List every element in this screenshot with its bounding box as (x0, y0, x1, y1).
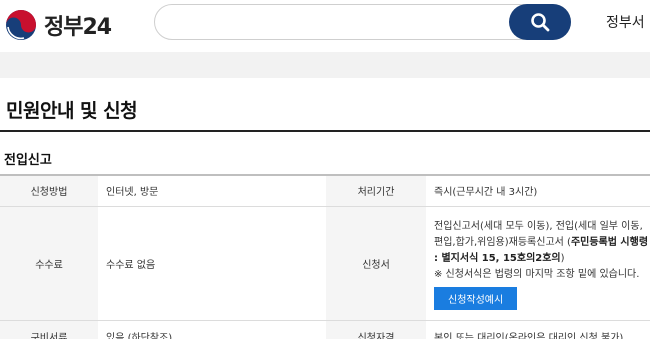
eligibility-value: 본인 또는 대리인(온라인은 대리인 신청 불가) (426, 319, 650, 339)
search-icon (531, 13, 550, 32)
form-cell: 전입신고서(세대 모두 이동), 전입(세대 일부 이동, 편입,합가,위임용)… (426, 205, 650, 320)
form-text-line1: 전입신고서(세대 모두 이동), 전입(세대 일부 이동, (434, 220, 643, 232)
table-row: 신청방법 인터넷, 방문 처리기간 즉시(근무시간 내 3시간) (0, 174, 650, 206)
docs-label: 구비서류 (0, 319, 98, 339)
form-label: 신청서 (326, 205, 426, 320)
fee-label: 수수료 (0, 205, 98, 320)
service-info-table: 신청방법 인터넷, 방문 처리기간 즉시(근무시간 내 3시간) 수수료 수수료… (0, 174, 650, 339)
form-text-line3: ) (560, 252, 565, 264)
title-divider (0, 130, 650, 132)
method-value: 인터넷, 방문 (98, 174, 326, 206)
table-row: 수수료 수수료 없음 신청서 전입신고서(세대 모두 이동), 전입(세대 일부… (0, 205, 650, 320)
docs-value[interactable]: 있음 (하단참조) (98, 319, 326, 339)
method-label: 신청방법 (0, 174, 98, 206)
nav-item-government[interactable]: 정부서 (606, 12, 645, 32)
page-title: 민원안내 및 신청 (6, 100, 138, 122)
form-text-line2: 편입,합가,위임용)재등록신고서 ( (434, 236, 571, 248)
period-value: 즉시(근무시간 내 3시간) (426, 174, 650, 206)
section-title: 전입신고 (4, 153, 52, 168)
search-box (154, 4, 571, 40)
site-logo[interactable]: 정부24 (4, 8, 112, 42)
fee-value: 수수료 없음 (98, 205, 326, 320)
search-button[interactable] (509, 4, 571, 40)
eligibility-label: 신청자격 (326, 319, 426, 339)
header-divider-band (0, 52, 650, 78)
search-input[interactable] (169, 12, 499, 32)
form-example-button[interactable]: 신청작성예시 (434, 286, 518, 310)
site-header: 정부24 정부서 (0, 0, 650, 52)
logo-text: 정부24 (44, 15, 112, 40)
taegeuk-logo-icon (6, 10, 36, 40)
period-label: 처리기간 (326, 174, 426, 206)
table-row: 구비서류 있음 (하단참조) 신청자격 본인 또는 대리인(온라인은 대리인 신… (0, 319, 650, 339)
form-note: ※ 신청서식은 법령의 마지막 조항 밑에 있습니다. (434, 268, 640, 280)
form-description: 전입신고서(세대 모두 이동), 전입(세대 일부 이동, 편입,합가,위임용)… (434, 217, 650, 283)
